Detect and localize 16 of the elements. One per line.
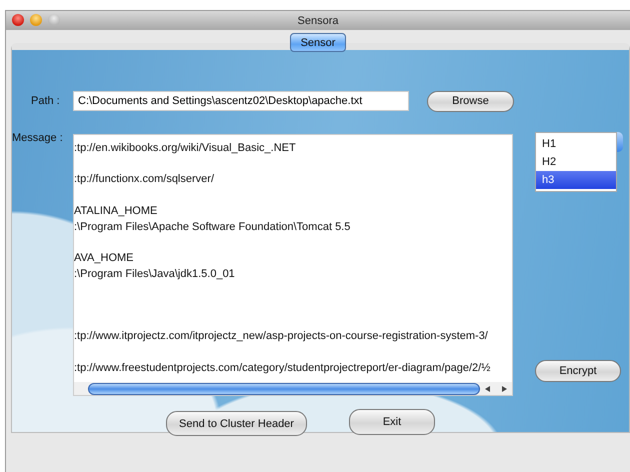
encrypt-button[interactable]: Encrypt bbox=[535, 360, 621, 382]
path-label: Path : bbox=[31, 95, 61, 107]
send-button[interactable]: Send to Cluster Header bbox=[166, 411, 307, 436]
message-label: Message : bbox=[12, 132, 64, 146]
window-title: Sensora bbox=[298, 14, 338, 26]
tab[interactable]: Sensor bbox=[290, 33, 346, 52]
browse-button[interactable]: Browse bbox=[427, 90, 514, 112]
scroll-left-icon[interactable] bbox=[484, 384, 492, 392]
dropdown-option[interactable]: H1 bbox=[536, 135, 616, 153]
exit-button[interactable]: Exit bbox=[349, 409, 435, 435]
close-icon[interactable] bbox=[12, 14, 24, 26]
dropdown-option[interactable]: h3 bbox=[536, 171, 616, 189]
horizontal-scrollbar[interactable] bbox=[74, 382, 512, 395]
dropdown-option[interactable]: H2 bbox=[536, 153, 616, 171]
path-field[interactable]: C:\Documents and Settings\ascentz02\Desktop\apache.txt bbox=[73, 91, 409, 111]
scroll-right-icon[interactable] bbox=[500, 384, 508, 392]
